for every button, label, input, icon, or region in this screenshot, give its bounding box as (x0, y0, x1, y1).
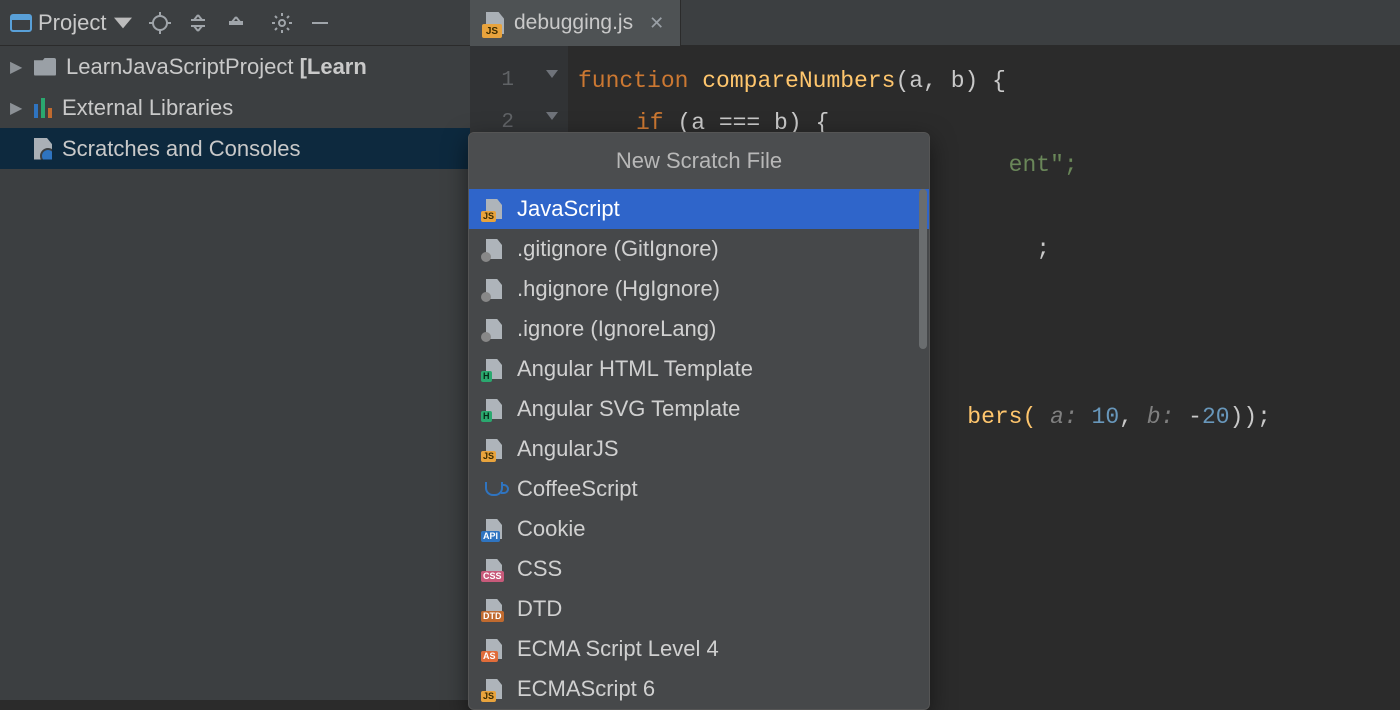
ignore-file-icon (483, 278, 505, 300)
popup-item-gitignore[interactable]: .gitignore (GitIgnore) (469, 229, 929, 269)
api-file-icon: API (483, 518, 505, 540)
project-pane-icon (10, 14, 32, 32)
libraries-icon (34, 98, 52, 118)
popup-item-label: ECMAScript 6 (517, 676, 655, 702)
popup-item-ignore[interactable]: .ignore (IgnoreLang) (469, 309, 929, 349)
popup-item-angularjs[interactable]: JS AngularJS (469, 429, 929, 469)
popup-title: New Scratch File (469, 133, 929, 189)
angular-svg-icon: H (483, 398, 505, 420)
tree-item-suffix: [Learn (293, 54, 366, 79)
tree-item-project-root[interactable]: ▶ LearnJavaScriptProject [Learn (0, 46, 470, 87)
popup-item-label: .ignore (IgnoreLang) (517, 316, 716, 342)
popup-item-javascript[interactable]: JS JavaScript (469, 189, 929, 229)
tree-item-scratches[interactable]: Scratches and Consoles (0, 128, 470, 169)
tree-item-label: Scratches and Consoles (62, 136, 300, 162)
popup-item-hgignore[interactable]: .hgignore (HgIgnore) (469, 269, 929, 309)
popup-scrollbar[interactable] (919, 189, 927, 349)
popup-item-label: AngularJS (517, 436, 619, 462)
popup-list: JS JavaScript .gitignore (GitIgnore) .hg… (469, 189, 929, 709)
fold-marker-icon[interactable] (544, 108, 560, 124)
project-sidebar-toolbar: Project (0, 0, 1400, 46)
popup-item-ecma4[interactable]: AS ECMA Script Level 4 (469, 629, 929, 669)
folder-icon (34, 58, 56, 76)
popup-item-dtd[interactable]: DTD DTD (469, 589, 929, 629)
js-file-icon: JS (483, 678, 505, 700)
tree-item-external-libraries[interactable]: ▶ External Libraries (0, 87, 470, 128)
popup-item-label: Cookie (517, 516, 585, 542)
chevron-right-icon[interactable]: ▶ (10, 98, 24, 118)
locate-icon[interactable] (148, 11, 172, 35)
popup-item-angular-svg[interactable]: H Angular SVG Template (469, 389, 929, 429)
tab-filename: debugging.js (514, 11, 633, 35)
popup-item-ecma6[interactable]: JS ECMAScript 6 (469, 669, 929, 709)
popup-item-label: DTD (517, 596, 562, 622)
popup-item-label: ECMA Script Level 4 (517, 636, 719, 662)
close-tab-icon[interactable]: ✕ (649, 13, 664, 34)
scratch-icon (34, 138, 52, 160)
project-tree: ▶ LearnJavaScriptProject [Learn ▶ Extern… (0, 46, 470, 700)
tree-item-label: External Libraries (62, 95, 233, 121)
chevron-right-icon[interactable]: ▶ (10, 57, 24, 77)
popup-item-label: .hgignore (HgIgnore) (517, 276, 720, 302)
dropdown-triangle-icon (112, 14, 134, 32)
popup-item-label: .gitignore (GitIgnore) (517, 236, 719, 262)
ignore-file-icon (483, 238, 505, 260)
js-file-icon: JS (483, 438, 505, 460)
popup-item-label: Angular SVG Template (517, 396, 740, 422)
settings-gear-icon[interactable] (270, 11, 294, 35)
angular-html-icon: H (483, 358, 505, 380)
dtd-file-icon: DTD (483, 598, 505, 620)
popup-item-cookie[interactable]: API Cookie (469, 509, 929, 549)
js-file-icon: JS (483, 198, 505, 220)
popup-item-label: CSS (517, 556, 562, 582)
collapse-all-icon[interactable] (224, 11, 248, 35)
popup-item-label: Angular HTML Template (517, 356, 753, 382)
code-line: function compareNumbers(a, b) { (578, 60, 1400, 102)
minimize-icon[interactable] (308, 11, 332, 35)
popup-item-label: JavaScript (517, 196, 620, 222)
editor-tab[interactable]: JS debugging.js ✕ (470, 0, 681, 46)
coffeescript-icon (483, 478, 505, 500)
popup-item-angular-html[interactable]: H Angular HTML Template (469, 349, 929, 389)
project-view-label: Project (38, 10, 106, 36)
project-view-selector[interactable]: Project (10, 10, 134, 36)
js-file-badge-icon: JS (482, 24, 502, 38)
fold-marker-icon[interactable] (544, 66, 560, 82)
ignore-file-icon (483, 318, 505, 340)
new-scratch-file-popup: New Scratch File JS JavaScript .gitignor… (468, 132, 930, 710)
popup-item-css[interactable]: CSS CSS (469, 549, 929, 589)
popup-item-label: CoffeeScript (517, 476, 638, 502)
css-file-icon: CSS (483, 558, 505, 580)
expand-all-icon[interactable] (186, 11, 210, 35)
as-file-icon: AS (483, 638, 505, 660)
tree-item-label: LearnJavaScriptProject (66, 54, 293, 79)
popup-item-coffeescript[interactable]: CoffeeScript (469, 469, 929, 509)
line-number: 1 (470, 60, 514, 102)
